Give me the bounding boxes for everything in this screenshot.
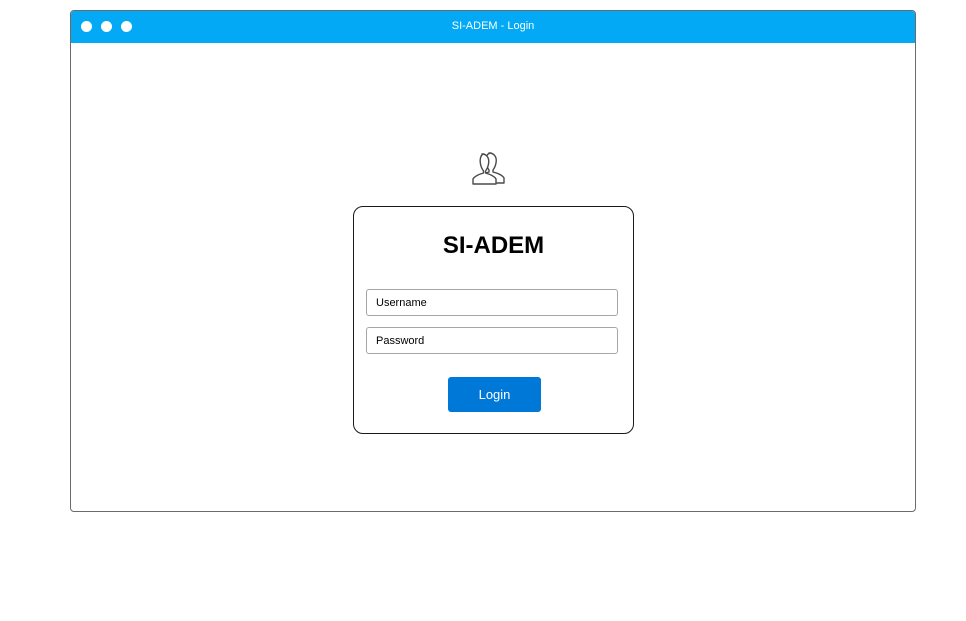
brand-title: SI-ADEM: [442, 232, 545, 259]
username-input[interactable]: [366, 289, 618, 316]
users-icon: [472, 152, 505, 185]
password-input[interactable]: [366, 327, 618, 354]
app-window: SI-ADEM - Login SI-ADEM Login: [70, 10, 916, 512]
window-title: SI-ADEM - Login: [451, 20, 535, 32]
login-card: SI-ADEM Login: [353, 206, 634, 434]
login-button[interactable]: Login: [448, 377, 541, 412]
title-bar[interactable]: SI-ADEM - Login: [71, 11, 915, 43]
